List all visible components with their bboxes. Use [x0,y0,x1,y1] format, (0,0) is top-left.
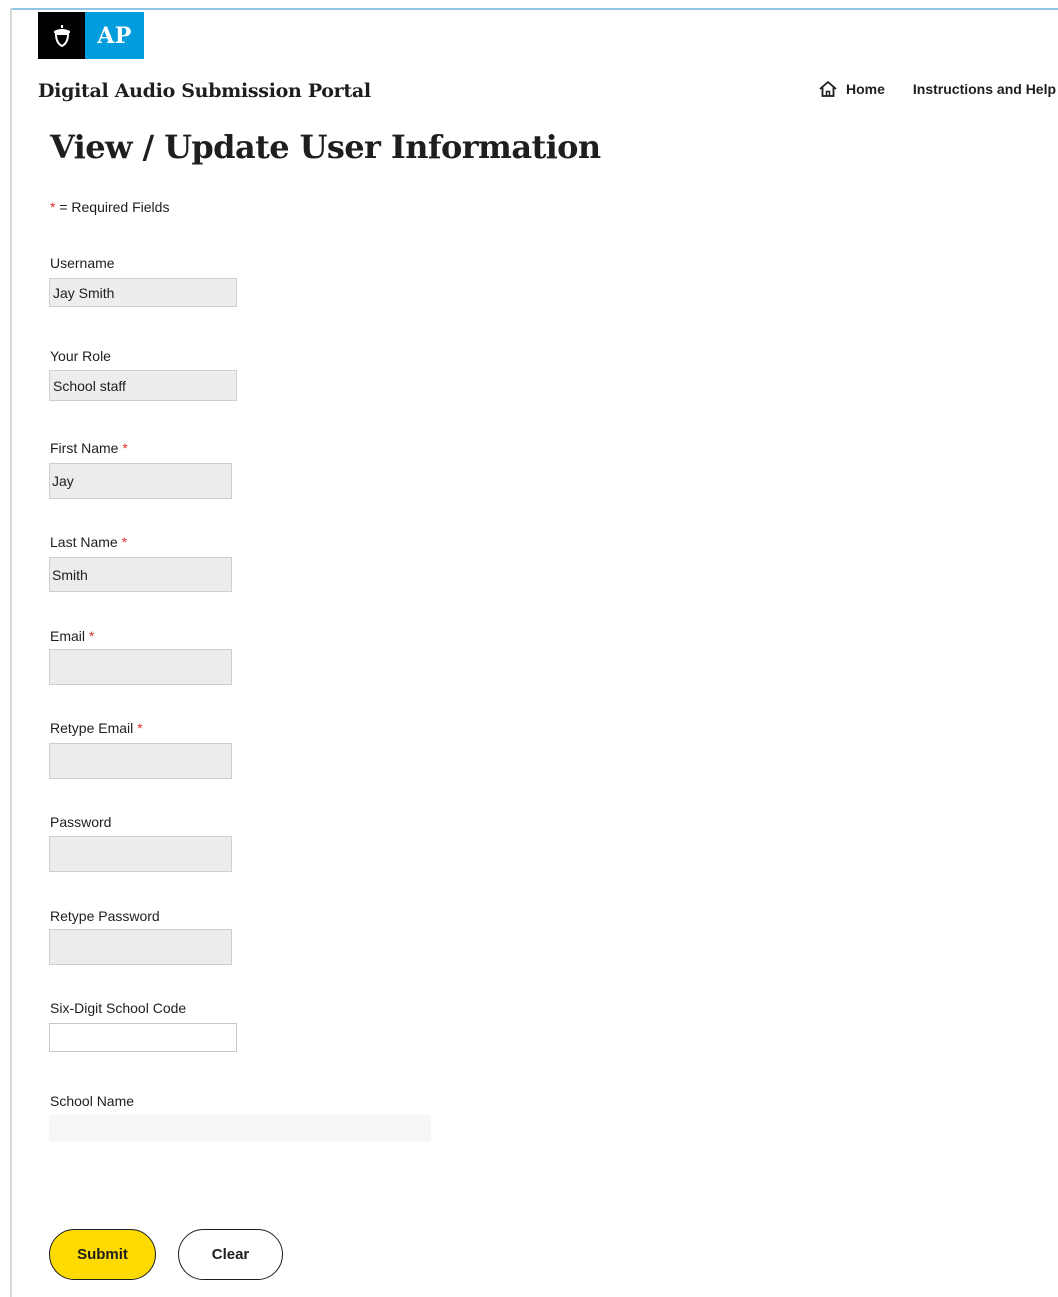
username-label: Username [50,255,115,271]
last-name-label: Last Name * [50,534,127,550]
username-field[interactable] [49,278,237,307]
role-label-text: Your Role [50,348,111,364]
retype-password-label-text: Retype Password [50,908,160,924]
school-name-label-text: School Name [50,1093,135,1109]
top-divider [10,8,1058,10]
left-divider [10,8,12,1297]
ap-logo[interactable]: AP [38,12,144,59]
school-code-label-text: Six-Digit School Code [50,1000,187,1016]
required-fields-text: = Required Fields [55,199,170,215]
school-name-value [49,1115,431,1142]
top-navigation: Home Instructions and Help [818,80,1056,98]
email-label: Email * [50,628,94,644]
nav-help-link[interactable]: Instructions and Help [913,81,1056,97]
nav-home-label: Home [846,81,885,97]
home-icon [819,81,837,97]
email-label-text: Email [50,628,86,644]
password-label: Password [50,814,111,830]
ap-logo-text: AP [85,12,144,59]
nav-help-label: Instructions and Help [912,81,1057,97]
retype-email-label: Retype Email * [50,720,143,736]
retype-email-label-text: Retype Email [50,720,134,736]
first-name-field[interactable] [49,463,232,499]
last-name-label-text: Last Name [50,534,118,550]
password-field[interactable] [49,836,232,872]
role-label: Your Role [50,348,111,364]
role-field[interactable] [49,370,237,401]
last-name-required-asterisk: * [121,534,128,550]
page-title: View / Update User Information [50,128,601,166]
email-field[interactable] [49,649,232,685]
first-name-label-text: First Name [50,440,119,456]
clear-button[interactable]: Clear [178,1229,283,1280]
last-name-field[interactable] [49,557,232,592]
email-required-asterisk: * [88,628,95,644]
first-name-required-asterisk: * [122,440,128,456]
school-code-field[interactable] [49,1023,237,1052]
submit-button[interactable]: Submit [49,1229,156,1280]
retype-email-required-asterisk: * [137,720,143,736]
nav-home-link[interactable]: Home [818,80,885,98]
retype-email-field[interactable] [49,743,232,779]
school-name-label: School Name [50,1093,134,1109]
retype-password-label: Retype Password [50,908,160,924]
portal-title: Digital Audio Submission Portal [38,80,371,102]
school-code-label: Six-Digit School Code [50,1000,186,1016]
first-name-label: First Name * [50,440,128,456]
acorn-icon [38,12,85,59]
page: AP Digital Audio Submission Portal Home … [0,0,1058,1297]
password-label-text: Password [50,814,112,830]
username-label-text: Username [50,255,115,271]
required-fields-note: * = Required Fields [50,199,169,215]
retype-password-field[interactable] [49,929,232,965]
